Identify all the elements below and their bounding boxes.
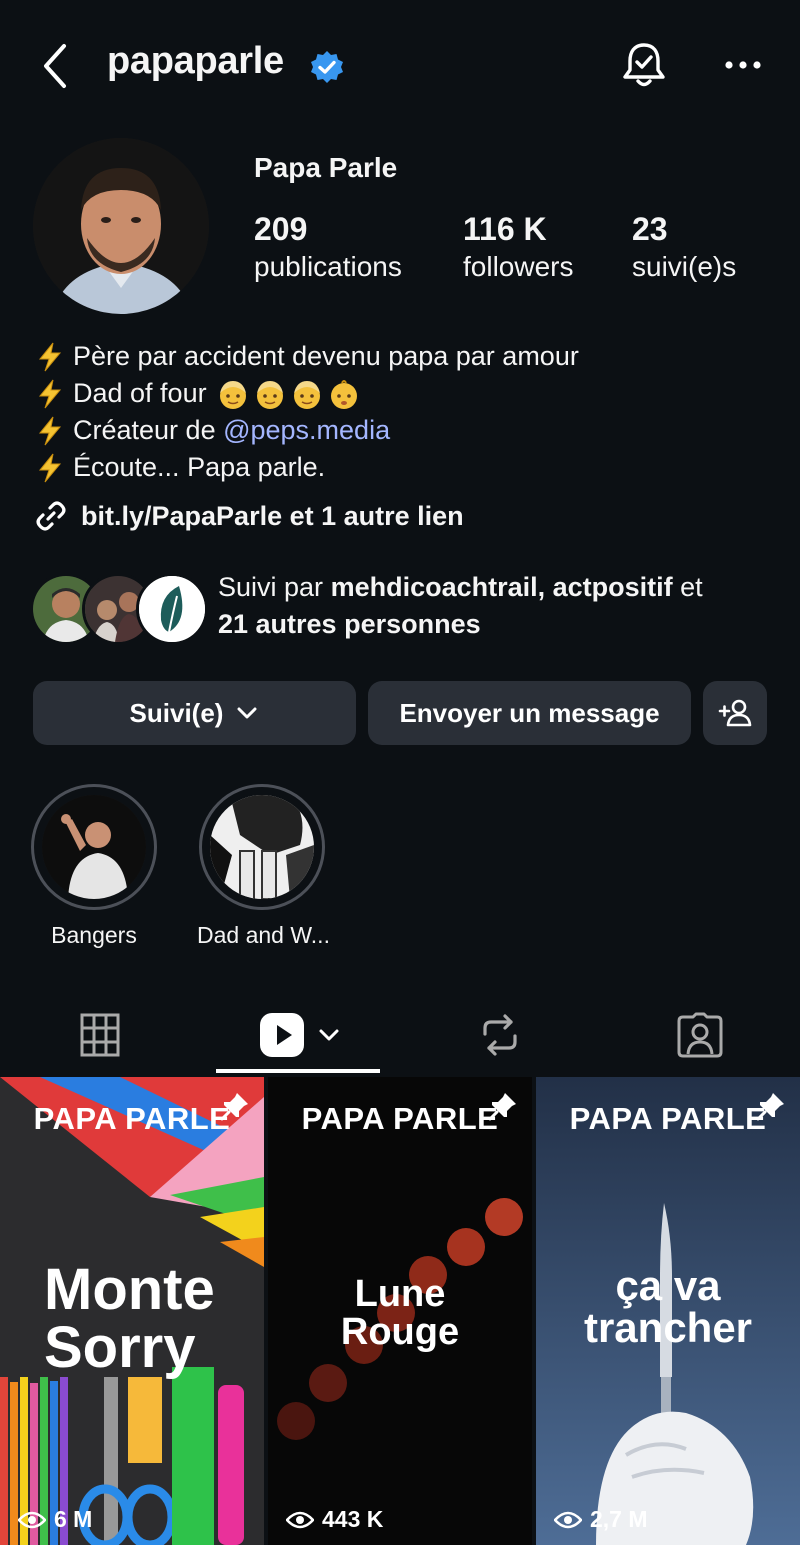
tab-reposts[interactable] bbox=[400, 1000, 600, 1070]
highlight-dad-and-w[interactable]: Dad and W... bbox=[197, 784, 330, 949]
reel-title-line: Rouge bbox=[340, 1311, 460, 1353]
reel-title-line: trancher bbox=[583, 1304, 753, 1351]
followed-by-prefix: Suivi par bbox=[218, 572, 331, 602]
reel-view-count: 6 M bbox=[54, 1506, 93, 1532]
highlight-cover bbox=[210, 795, 314, 899]
reel-views: 6 M bbox=[18, 1506, 92, 1533]
reel-title-line: Sorry bbox=[44, 1315, 196, 1380]
stat-posts[interactable]: 209 publications bbox=[254, 210, 402, 286]
stat-value: 23 bbox=[632, 211, 668, 247]
stat-value: 209 bbox=[254, 211, 308, 247]
baby-emoji-icon bbox=[330, 379, 357, 409]
reel-views: 443 K bbox=[286, 1506, 383, 1533]
highlight-ring bbox=[31, 784, 157, 910]
lightning-icon bbox=[38, 416, 62, 445]
profile-bio: Père par accident devenu papa par amour … bbox=[35, 338, 579, 486]
link-icon bbox=[36, 501, 66, 531]
followed-by-avatars[interactable] bbox=[30, 573, 208, 645]
bio-mention-link[interactable]: @peps.media bbox=[223, 412, 390, 449]
eye-icon bbox=[286, 1511, 314, 1528]
profile-link-text: bit.ly/PapaParle et 1 autre lien bbox=[81, 500, 464, 531]
send-message-button[interactable]: Envoyer un message bbox=[368, 681, 691, 745]
followed-by-conjunction: et bbox=[672, 572, 703, 602]
following-button[interactable]: Suivi(e) bbox=[33, 681, 356, 745]
profile-username: papaparle bbox=[107, 40, 284, 82]
more-options-button[interactable] bbox=[722, 50, 764, 80]
reel-thumbnail[interactable]: PAPA PARLE Lune Rouge 443 K bbox=[268, 1077, 532, 1545]
reel-view-count: 2,7 M bbox=[590, 1506, 648, 1532]
reel-title-line: Monte bbox=[44, 1257, 215, 1322]
tab-posts-grid[interactable] bbox=[0, 1000, 200, 1070]
follower-avatar bbox=[136, 573, 208, 645]
suggest-accounts-button[interactable] bbox=[703, 681, 767, 745]
highlight-bangers[interactable]: Bangers bbox=[29, 784, 159, 949]
reel-thumbnail[interactable]: PAPA PARLE Monte Sorry 6 M bbox=[0, 1077, 264, 1545]
display-name: Papa Parle bbox=[254, 152, 398, 183]
pinned-icon bbox=[220, 1093, 248, 1121]
stat-label: followers bbox=[463, 251, 574, 282]
profile-avatar[interactable] bbox=[33, 138, 209, 314]
stat-following[interactable]: 23 suivi(e)s bbox=[632, 210, 736, 286]
reel-view-count: 443 K bbox=[322, 1506, 384, 1532]
stat-label: suivi(e)s bbox=[632, 251, 737, 282]
highlight-cover bbox=[42, 795, 146, 899]
reel-title-line: Lune bbox=[354, 1273, 446, 1315]
tab-tagged[interactable] bbox=[600, 1000, 800, 1070]
profile-link[interactable]: bit.ly/PapaParle et 1 autre lien bbox=[33, 498, 464, 534]
more-dots-icon bbox=[725, 61, 761, 69]
stat-value: 116 K bbox=[463, 211, 547, 247]
repost-icon bbox=[483, 1014, 517, 1056]
boy-emoji-icon bbox=[219, 380, 246, 409]
notifications-bell-button[interactable] bbox=[620, 40, 668, 90]
reel-thumbnail[interactable]: PAPA PARLE ça va trancher 2,7 M bbox=[536, 1077, 800, 1545]
highlight-ring bbox=[199, 784, 325, 910]
bio-line: Dad of four bbox=[73, 378, 207, 408]
following-button-label: Suivi(e) bbox=[129, 697, 224, 728]
bio-line: Écoute... Papa parle. bbox=[73, 452, 326, 482]
boy-emoji-icon bbox=[293, 380, 320, 409]
lightning-icon bbox=[38, 453, 62, 482]
reel-title-line: ça va bbox=[615, 1262, 721, 1309]
chevron-left-icon bbox=[44, 44, 66, 88]
stat-followers[interactable]: 116 K followers bbox=[463, 210, 573, 286]
followed-by-text[interactable]: Suivi par mehdicoachtrail, actpositif et… bbox=[218, 569, 703, 643]
active-tab-indicator bbox=[216, 1069, 380, 1073]
chevron-down-icon bbox=[237, 707, 257, 719]
stat-label: publications bbox=[254, 251, 402, 282]
tab-reels[interactable] bbox=[200, 1000, 400, 1070]
send-message-button-label: Envoyer un message bbox=[399, 697, 660, 728]
grid-icon bbox=[80, 1013, 120, 1057]
verified-badge-icon bbox=[310, 50, 344, 84]
lightning-icon bbox=[38, 379, 62, 408]
bio-line: Père par accident devenu papa par amour bbox=[73, 341, 579, 371]
pinned-icon bbox=[756, 1093, 784, 1121]
chevron-down-icon bbox=[319, 1029, 339, 1041]
tagged-person-icon bbox=[677, 1012, 723, 1058]
bio-line: Créateur de bbox=[73, 415, 224, 445]
reel-views: 2,7 M bbox=[554, 1506, 648, 1533]
pinned-icon bbox=[488, 1093, 516, 1121]
highlight-label: Dad and W... bbox=[197, 922, 330, 948]
highlight-label: Bangers bbox=[51, 922, 137, 948]
add-person-icon bbox=[718, 699, 752, 727]
followed-by-names: mehdicoachtrail, actpositif bbox=[330, 572, 673, 602]
eye-icon bbox=[554, 1511, 582, 1528]
boy-emoji-icon bbox=[256, 380, 283, 409]
bell-check-icon bbox=[623, 43, 665, 87]
reels-icon bbox=[260, 1013, 304, 1057]
back-button[interactable] bbox=[36, 40, 76, 92]
followed-by-others: 21 autres personnes bbox=[218, 609, 481, 639]
eye-icon bbox=[18, 1511, 46, 1528]
lightning-icon bbox=[38, 342, 62, 371]
